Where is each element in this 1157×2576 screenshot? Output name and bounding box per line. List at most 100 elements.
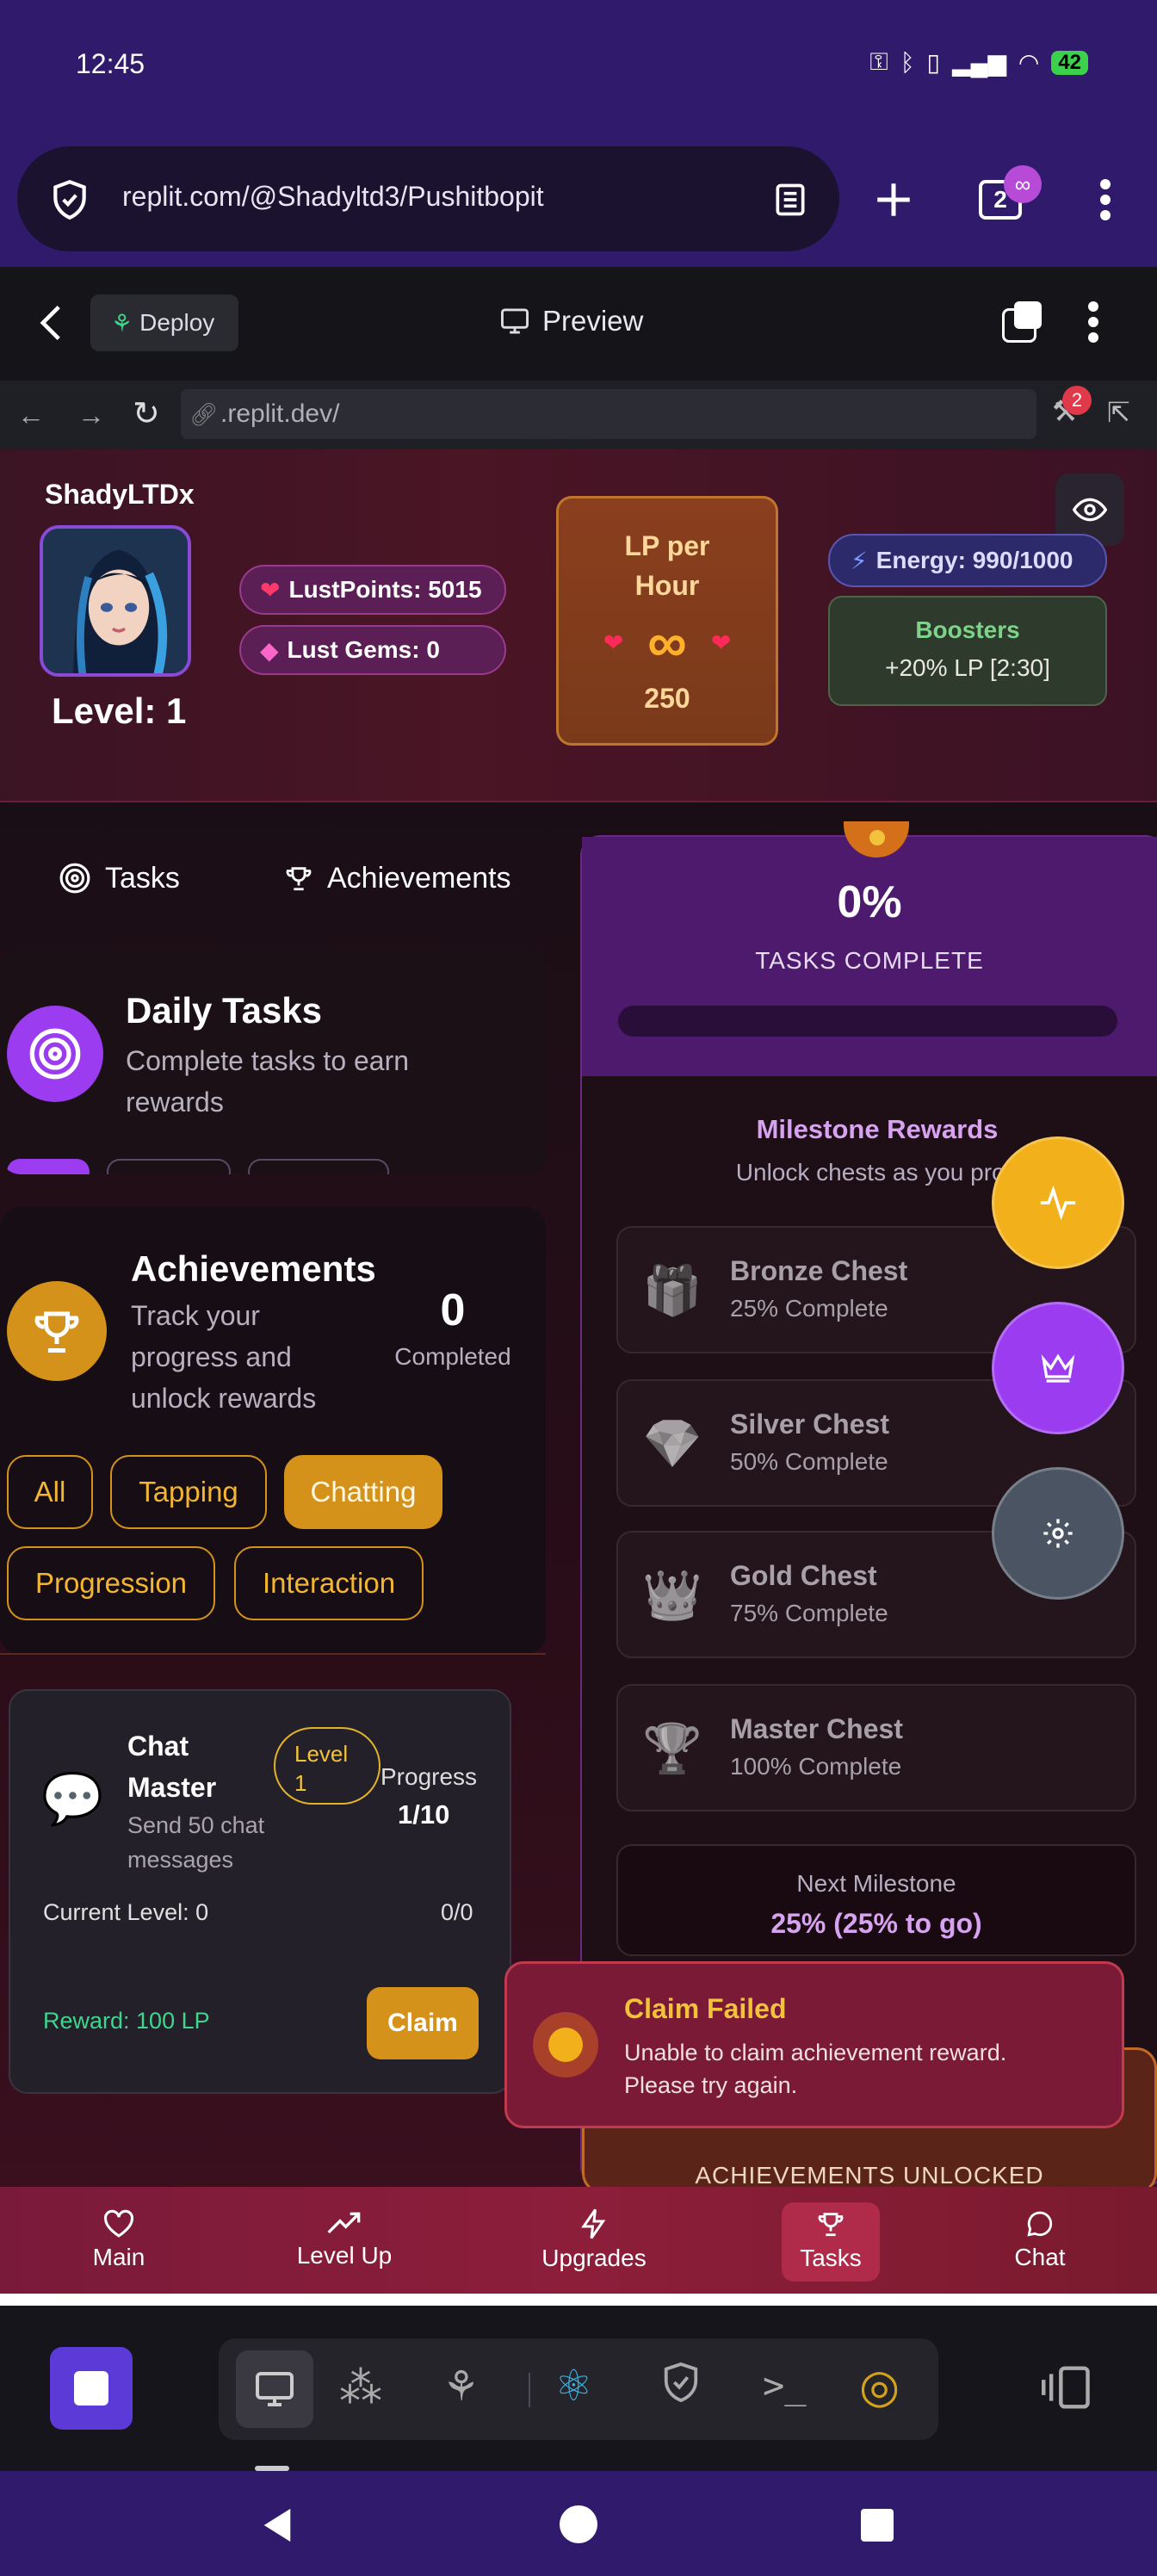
lp-per-hour-value: 250 (644, 683, 690, 714)
panel-toggle-icon[interactable] (1042, 2364, 1092, 2415)
stop-icon (74, 2371, 108, 2406)
boosters-title: Boosters (915, 616, 1020, 643)
status-icons: ⚿ ᛒ ▯ ▂▄▆ ◠ 42 (869, 48, 1088, 77)
next-milestone-card: Next Milestone 25% (25% to go) (616, 1844, 1136, 1956)
error-toast[interactable]: Claim Failed Unable to claim achievement… (504, 1961, 1124, 2128)
speech-bubble-icon: 💬 (41, 1771, 104, 1827)
chest-percent: 50% Complete (730, 1448, 888, 1475)
settings-fab[interactable] (992, 1467, 1124, 1600)
player-level: Level: 1 (52, 690, 187, 731)
activity-fab[interactable] (992, 1136, 1124, 1269)
filter-chatting[interactable]: Chatting (284, 1455, 442, 1529)
browser-menu-button[interactable] (1071, 165, 1140, 234)
preview-label: Preview (542, 305, 644, 337)
system-recents-icon[interactable] (861, 2509, 894, 2542)
spiral-icon[interactable]: ◎ (859, 2359, 900, 2413)
trophy-icon (286, 867, 312, 891)
current-level: Current Level: 0 (43, 1899, 209, 1925)
target-icon (7, 1006, 103, 1102)
new-window-icon[interactable] (1002, 301, 1043, 343)
nav-forward-icon[interactable]: → (77, 399, 105, 431)
system-home-icon[interactable] (560, 2505, 597, 2543)
nav-main[interactable]: Main (76, 2197, 162, 2283)
chest-name: Bronze Chest (730, 1255, 908, 1286)
progress-value: 1/10 (398, 1799, 450, 1830)
preview-address-field[interactable]: 🔗︎ .replit.dev/ (181, 389, 1036, 439)
tasks-complete-label: TASKS COMPLETE (755, 947, 984, 974)
toast-message: Unable to claim achievement reward. Plea… (624, 2040, 1007, 2098)
preview-tab[interactable]: Preview (499, 305, 643, 337)
url-text[interactable]: replit.com/@Shadyltd3/Pushitbopit (122, 181, 544, 213)
nav-tasks[interactable]: Tasks (782, 2197, 880, 2283)
react-icon[interactable]: ⚛ (554, 2361, 593, 2411)
agent-icon[interactable]: ⁂ (339, 2362, 382, 2412)
lust-gems-pill: ◆ Lust Gems: 0 (239, 625, 506, 675)
filter-all[interactable]: All (7, 1455, 93, 1529)
refresh-icon[interactable]: ↻ (133, 394, 160, 433)
section-divider (0, 1653, 546, 1655)
shield-check-icon[interactable] (48, 177, 91, 222)
reward-text: Reward: 100 LP (43, 2008, 210, 2034)
tasks-progress-bar (618, 1006, 1117, 1037)
chat-bubble-icon (1027, 2211, 1053, 2237)
tasks-complete-section: 0% TASKS COMPLETE (582, 837, 1157, 1076)
back-arrow-icon[interactable] (38, 303, 64, 347)
heart-icon: ❤ (710, 629, 732, 656)
open-external-icon[interactable]: ⇱ (1107, 396, 1130, 429)
more-vertical-icon (1100, 179, 1111, 220)
bluetooth-icon: ᛒ (900, 48, 915, 76)
daily-filter[interactable] (248, 1159, 389, 1174)
reader-mode-icon[interactable] (771, 179, 809, 220)
tab-achievements[interactable]: Achievements (284, 862, 511, 895)
heart-icon: ❤ (603, 629, 624, 656)
daily-filter[interactable] (107, 1159, 231, 1174)
nav-back-icon[interactable]: ← (17, 399, 45, 431)
more-vertical-icon[interactable] (1088, 301, 1098, 347)
dev-tools-group: ⁂ ⚘ ⚛ >_ ◎ (219, 2338, 938, 2440)
claim-button[interactable]: Claim (367, 1987, 479, 2059)
filter-tapping[interactable]: Tapping (110, 1455, 267, 1529)
eye-icon (1073, 498, 1107, 522)
system-back-icon[interactable] (260, 2507, 294, 2548)
deploy-tool-icon[interactable]: ⚘ (442, 2362, 480, 2411)
stop-button[interactable] (50, 2347, 133, 2430)
nav-upgrades[interactable]: Upgrades (534, 2197, 654, 2283)
avatar[interactable] (40, 525, 191, 677)
chest-master[interactable]: 🏆 Master Chest 100% Complete (616, 1684, 1136, 1811)
tab-switcher-button[interactable]: 2 ∞ (966, 165, 1042, 234)
security-shield-icon[interactable] (661, 2359, 701, 2410)
new-tab-button[interactable] (859, 165, 928, 234)
crown-icon: 👑 (642, 1568, 702, 1622)
filter-progression[interactable]: Progression (7, 1546, 215, 1620)
lust-points-pill: ❤ LustPoints: 5015 (239, 565, 506, 615)
nav-level-up[interactable]: Level Up (284, 2197, 405, 2283)
tab-tasks[interactable]: Tasks (59, 862, 180, 895)
nav-level-up-label: Level Up (296, 2242, 393, 2269)
boosters-card[interactable]: Boosters +20% LP [2:30] (828, 596, 1107, 706)
preview-address: .replit.dev/ (220, 399, 340, 428)
separator (529, 2373, 530, 2407)
gem-icon: ◆ (260, 636, 279, 664)
gear-icon (1043, 1519, 1073, 1548)
preview-tool-active[interactable] (236, 2350, 313, 2428)
daily-tasks-title: Daily Tasks (126, 990, 323, 1031)
terminal-icon[interactable]: >_ (763, 2364, 807, 2406)
heart-icon: ❤ (260, 576, 281, 604)
lightning-icon (581, 2208, 606, 2239)
achievements-unlocked-label: ACHIEVEMENTS UNLOCKED (695, 2162, 1044, 2189)
lust-gems: Lust Gems: 0 (287, 636, 440, 663)
daily-filter-active[interactable] (7, 1159, 90, 1174)
crown-fab[interactable] (992, 1302, 1124, 1434)
achievements-count-block: 0 Completed (386, 1285, 520, 1371)
nav-main-label: Main (92, 2244, 145, 2270)
deploy-button[interactable]: ⚘ Deploy (90, 294, 238, 351)
filter-interaction[interactable]: Interaction (234, 1546, 424, 1620)
achievements-count: 0 (440, 1285, 466, 1335)
gift-icon: 🎁 (642, 1263, 702, 1317)
deploy-label: Deploy (139, 309, 215, 336)
status-time: 12:45 (76, 48, 145, 79)
achievements-title: Achievements (131, 1248, 376, 1289)
url-bar[interactable]: replit.com/@Shadyltd3/Pushitbopit (17, 146, 839, 251)
nav-chat[interactable]: Chat (997, 2197, 1083, 2283)
infinity-symbol: ∞ (647, 611, 687, 673)
